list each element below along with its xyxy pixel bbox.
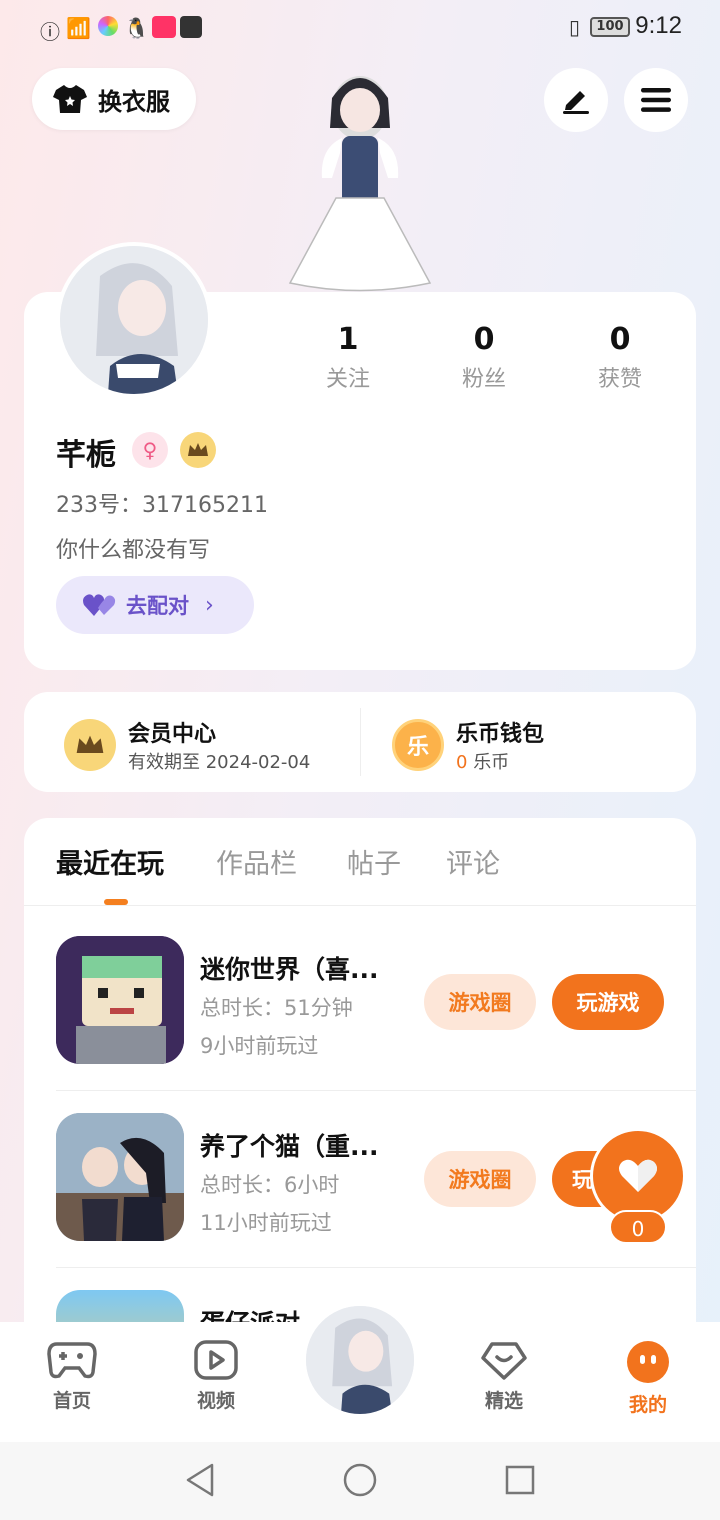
qq-icon: 🐧 bbox=[124, 16, 149, 40]
list-item[interactable]: 迷你世界（喜... 总时长：51分钟 9小时前玩过 游戏圈 玩游戏 bbox=[56, 936, 696, 1068]
user-bio: 你什么都没有写 bbox=[56, 538, 211, 563]
menu-button[interactable] bbox=[624, 68, 688, 132]
edit-profile-button[interactable] bbox=[544, 68, 608, 132]
match-label: 去配对 bbox=[126, 594, 189, 618]
chevron-right-icon: › bbox=[205, 592, 214, 618]
change-outfit-button[interactable]: 换衣服 bbox=[32, 68, 196, 130]
tab-comments[interactable]: 评论 bbox=[446, 842, 500, 881]
gamepad-icon bbox=[47, 1342, 97, 1379]
stat-fans-count: 0 bbox=[473, 322, 495, 357]
play-game-button[interactable]: 玩游戏 bbox=[552, 974, 664, 1030]
heart-icon bbox=[619, 1159, 657, 1192]
stat-fans-label: 粉丝 bbox=[461, 367, 506, 392]
stat-fans[interactable]: 0 粉丝 bbox=[424, 322, 544, 393]
pen-icon bbox=[563, 91, 589, 114]
change-outfit-label: 换衣服 bbox=[98, 87, 170, 116]
female-gender-icon: ♀ bbox=[132, 432, 168, 468]
game-duration: 总时长：6小时 bbox=[200, 1173, 340, 1197]
recents-icon[interactable] bbox=[504, 1464, 536, 1496]
heart-diamond-icon bbox=[481, 1342, 527, 1380]
avatar[interactable] bbox=[56, 242, 212, 398]
wallet-amount: 0 bbox=[456, 752, 468, 773]
stat-following-label: 关注 bbox=[325, 367, 370, 392]
crown-badge-icon[interactable] bbox=[180, 432, 216, 468]
nav-mine-label: 我的 bbox=[628, 1394, 667, 1416]
member-expiry: 有效期至 2024-02-04 bbox=[128, 752, 311, 773]
crown-icon bbox=[188, 443, 208, 456]
nav-home[interactable]: 首页 bbox=[22, 1340, 122, 1413]
battery-indicator: 100 bbox=[590, 17, 630, 37]
game-icon-mini-world bbox=[56, 936, 184, 1064]
stat-following-count: 1 bbox=[337, 322, 359, 357]
avatar-portrait bbox=[60, 246, 208, 394]
divider bbox=[360, 708, 361, 776]
like-count-badge: 0 bbox=[609, 1210, 667, 1244]
stat-likes-count: 0 bbox=[609, 322, 631, 357]
game-circle-button[interactable]: 游戏圈 bbox=[424, 1151, 536, 1207]
game-name: 迷你世界（喜... bbox=[200, 955, 379, 984]
status-bar: ⓘ 📶 🐧 ▯ 100 9:12 bbox=[0, 0, 720, 56]
hamburger-icon bbox=[641, 88, 671, 112]
match-button[interactable]: 去配对 › bbox=[56, 576, 254, 634]
member-center[interactable]: 会员中心 有效期至 2024-02-04 bbox=[64, 716, 310, 774]
game-duration: 总时长：51分钟 bbox=[200, 996, 353, 1020]
tab-posts[interactable]: 帖子 bbox=[347, 842, 401, 881]
double-heart-icon bbox=[83, 594, 116, 616]
nav-featured[interactable]: 精选 bbox=[454, 1340, 554, 1413]
wallet[interactable]: 乐 乐币钱包 0 乐币 bbox=[392, 716, 544, 774]
tshirt-icon bbox=[53, 85, 87, 113]
face-icon bbox=[627, 1341, 669, 1383]
stat-likes-label: 获赞 bbox=[597, 367, 642, 392]
app-notification-icon-2 bbox=[152, 16, 176, 38]
vibrate-icon: ▯ bbox=[568, 15, 580, 39]
stat-following[interactable]: 1 关注 bbox=[288, 322, 408, 393]
stat-likes[interactable]: 0 获赞 bbox=[560, 322, 680, 393]
home-circle-icon[interactable] bbox=[342, 1462, 378, 1498]
back-icon[interactable] bbox=[184, 1462, 216, 1498]
tab-works[interactable]: 作品栏 bbox=[216, 842, 297, 881]
game-circle-button[interactable]: 游戏圈 bbox=[424, 974, 536, 1030]
play-video-icon bbox=[194, 1340, 238, 1380]
game-icon-eggy-party bbox=[56, 1290, 184, 1322]
avatar-character-figure[interactable] bbox=[280, 58, 440, 298]
divider bbox=[56, 1267, 696, 1268]
video-app-icon bbox=[180, 16, 202, 38]
game-last-played: 9小时前玩过 bbox=[200, 1034, 319, 1058]
nav-featured-label: 精选 bbox=[484, 1390, 523, 1412]
alert-icon: ⓘ bbox=[40, 20, 60, 44]
wallet-unit: 乐币 bbox=[473, 752, 510, 773]
app-notification-icon bbox=[98, 16, 118, 36]
member-center-title: 会员中心 bbox=[128, 722, 217, 747]
coin-icon: 乐 bbox=[392, 719, 444, 771]
nav-avatar-center[interactable] bbox=[300, 1300, 420, 1420]
crown-icon bbox=[64, 719, 116, 771]
nav-home-label: 首页 bbox=[52, 1390, 91, 1412]
clock: 9:12 bbox=[635, 12, 682, 39]
divider bbox=[24, 905, 696, 906]
avatar bbox=[306, 1306, 414, 1414]
tab-recently-played[interactable]: 最近在玩 bbox=[56, 842, 164, 881]
game-name: 养了个猫（重... bbox=[200, 1132, 379, 1161]
nav-video-label: 视频 bbox=[196, 1390, 235, 1412]
game-name: 蛋仔派对 bbox=[200, 1304, 300, 1322]
wallet-title: 乐币钱包 bbox=[456, 722, 545, 747]
divider bbox=[56, 1090, 696, 1091]
nav-video[interactable]: 视频 bbox=[166, 1340, 266, 1413]
wifi-icon: 📶 bbox=[66, 16, 91, 40]
username: 芊栀 bbox=[56, 438, 116, 473]
system-nav-bar bbox=[0, 1442, 720, 1520]
nav-mine[interactable]: 我的 bbox=[598, 1340, 698, 1417]
user-id: 233号：317165211 bbox=[56, 493, 268, 518]
game-icon-raise-a-cat bbox=[56, 1113, 184, 1241]
game-last-played: 11小时前玩过 bbox=[200, 1211, 332, 1235]
